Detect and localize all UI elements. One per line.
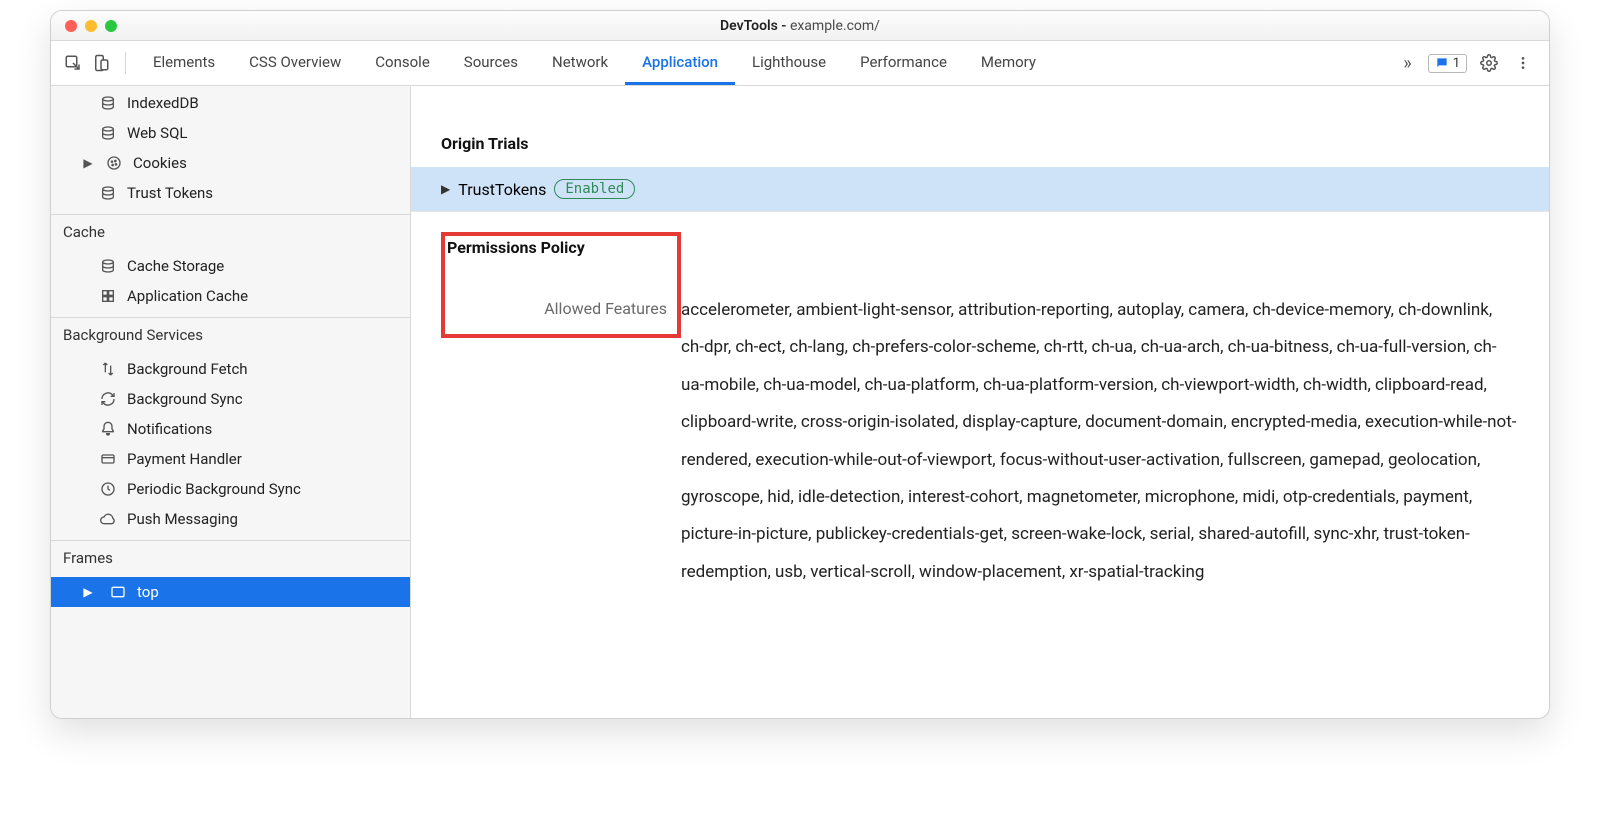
sidebar-item-indexeddb[interactable]: IndexedDB (51, 88, 410, 118)
cookie-icon (105, 154, 123, 172)
grid-icon (99, 287, 117, 305)
sidebar-item-periodic-background-sync[interactable]: Periodic Background Sync (51, 474, 410, 504)
allowed-features-value: accelerometer, ambient-light-sensor, att… (681, 292, 1519, 591)
window-close-button[interactable] (65, 20, 77, 32)
sidebar-item-application-cache[interactable]: Application Cache (51, 281, 410, 311)
permissions-policy-section: Permissions Policy Allowed Features acce… (411, 211, 1549, 621)
bg-tree: Background Fetch Background Sync Notificat… (51, 352, 410, 540)
panel-tabs: ElementsCSS OverviewConsoleSourcesNetwor… (136, 41, 1397, 85)
origin-trial-status-badge: Enabled (554, 179, 635, 199)
tab-performance[interactable]: Performance (843, 41, 964, 85)
sidebar-item-notifications[interactable]: Notifications (51, 414, 410, 444)
content-pane[interactable]: Origin Trials ▶ TrustTokens Enabled Perm… (411, 86, 1549, 718)
expand-arrow-icon: ▶ (81, 156, 95, 170)
issues-badge[interactable]: 1 (1428, 54, 1467, 73)
window-minimize-button[interactable] (85, 20, 97, 32)
permissions-policy-heading: Permissions Policy (447, 236, 667, 257)
sidebar-item-label: Background Fetch (127, 360, 248, 378)
main-split: IndexedDB Web SQL ▶ Cookies Trust Tokens Cac… (51, 86, 1549, 718)
tab-lighthouse[interactable]: Lighthouse (735, 41, 843, 85)
expand-arrow-icon: ▶ (81, 585, 95, 599)
cache-tree: Cache Storage Application Cache (51, 249, 410, 317)
device-toolbar-icon[interactable] (87, 49, 115, 77)
traffic-lights (65, 20, 117, 32)
origin-trials-section: Origin Trials ▶ TrustTokens Enabled (411, 86, 1549, 211)
window-zoom-button[interactable] (105, 20, 117, 32)
db-icon (99, 257, 117, 275)
frame-top[interactable]: ▶ top (51, 577, 410, 607)
main-toolbar: ElementsCSS OverviewConsoleSourcesNetwor… (51, 41, 1549, 86)
card-icon (99, 450, 117, 468)
sidebar-item-background-fetch[interactable]: Background Fetch (51, 354, 410, 384)
db-icon (99, 94, 117, 112)
frame-top-label: top (137, 583, 159, 601)
updown-icon (99, 360, 117, 378)
sidebar-item-label: Notifications (127, 420, 212, 438)
sidebar-item-background-sync[interactable]: Background Sync (51, 384, 410, 414)
tab-application[interactable]: Application (625, 41, 735, 85)
sidebar-item-label: Background Sync (127, 390, 243, 408)
origin-trial-name: TrustTokens (458, 180, 546, 199)
bell-icon (99, 420, 117, 438)
window-title-url: example.com/ (790, 18, 880, 34)
sidebar-item-trust-tokens[interactable]: Trust Tokens (51, 178, 410, 208)
clock-icon (99, 480, 117, 498)
db-icon (99, 124, 117, 142)
bg-services-section-header[interactable]: Background Services (51, 317, 410, 352)
expand-arrow-icon: ▶ (441, 182, 450, 196)
sidebar-item-cookies[interactable]: ▶ Cookies (51, 148, 410, 178)
sidebar-item-cache-storage[interactable]: Cache Storage (51, 251, 410, 281)
tab-sources[interactable]: Sources (447, 41, 535, 85)
message-icon (1435, 56, 1449, 70)
window-title: DevTools - example.com/ (51, 18, 1549, 34)
window-title-app: DevTools - (720, 18, 790, 34)
origin-trial-row[interactable]: ▶ TrustTokens Enabled (411, 167, 1549, 211)
issues-count: 1 (1453, 56, 1460, 71)
tab-console[interactable]: Console (358, 41, 447, 85)
sidebar-item-label: Periodic Background Sync (127, 480, 301, 498)
tab-css-overview[interactable]: CSS Overview (232, 41, 358, 85)
inspect-element-icon[interactable] (59, 49, 87, 77)
origin-trials-heading: Origin Trials (441, 134, 1519, 153)
devtools-window: DevTools - example.com/ ElementsCSS Over… (50, 10, 1550, 719)
toolbar-separator (125, 52, 126, 74)
cache-section-header[interactable]: Cache (51, 214, 410, 249)
toolbar-right: » 1 (1397, 51, 1541, 75)
more-menu-icon[interactable] (1511, 51, 1535, 75)
frames-section-header[interactable]: Frames (51, 540, 410, 575)
cloud-icon (99, 510, 117, 528)
tab-memory[interactable]: Memory (964, 41, 1053, 85)
db-icon (99, 184, 117, 202)
frames-tree: ▶ top (51, 575, 410, 613)
sidebar-item-label: Payment Handler (127, 450, 242, 468)
allowed-features-label: Allowed Features (447, 297, 667, 318)
sidebar-item-payment-handler[interactable]: Payment Handler (51, 444, 410, 474)
tab-network[interactable]: Network (535, 41, 625, 85)
sidebar-item-label: Cache Storage (127, 257, 224, 275)
sidebar-item-label: IndexedDB (127, 94, 199, 112)
application-sidebar[interactable]: IndexedDB Web SQL ▶ Cookies Trust Tokens Cac… (51, 86, 411, 718)
tab-elements[interactable]: Elements (136, 41, 232, 85)
frame-icon (109, 583, 127, 601)
sidebar-item-label: Application Cache (127, 287, 248, 305)
permissions-highlight: Permissions Policy Allowed Features (441, 232, 681, 338)
sidebar-item-push-messaging[interactable]: Push Messaging (51, 504, 410, 534)
more-tabs-chevron-icon[interactable]: » (1397, 53, 1417, 74)
sidebar-item-web-sql[interactable]: Web SQL (51, 118, 410, 148)
titlebar: DevTools - example.com/ (51, 11, 1549, 41)
settings-gear-icon[interactable] (1477, 51, 1501, 75)
sidebar-item-label: Push Messaging (127, 510, 238, 528)
sidebar-item-label: Cookies (133, 154, 187, 172)
refresh-icon (99, 390, 117, 408)
sidebar-item-label: Trust Tokens (127, 184, 213, 202)
storage-tree: IndexedDB Web SQL ▶ Cookies Trust Tokens (51, 86, 410, 214)
sidebar-item-label: Web SQL (127, 124, 187, 142)
